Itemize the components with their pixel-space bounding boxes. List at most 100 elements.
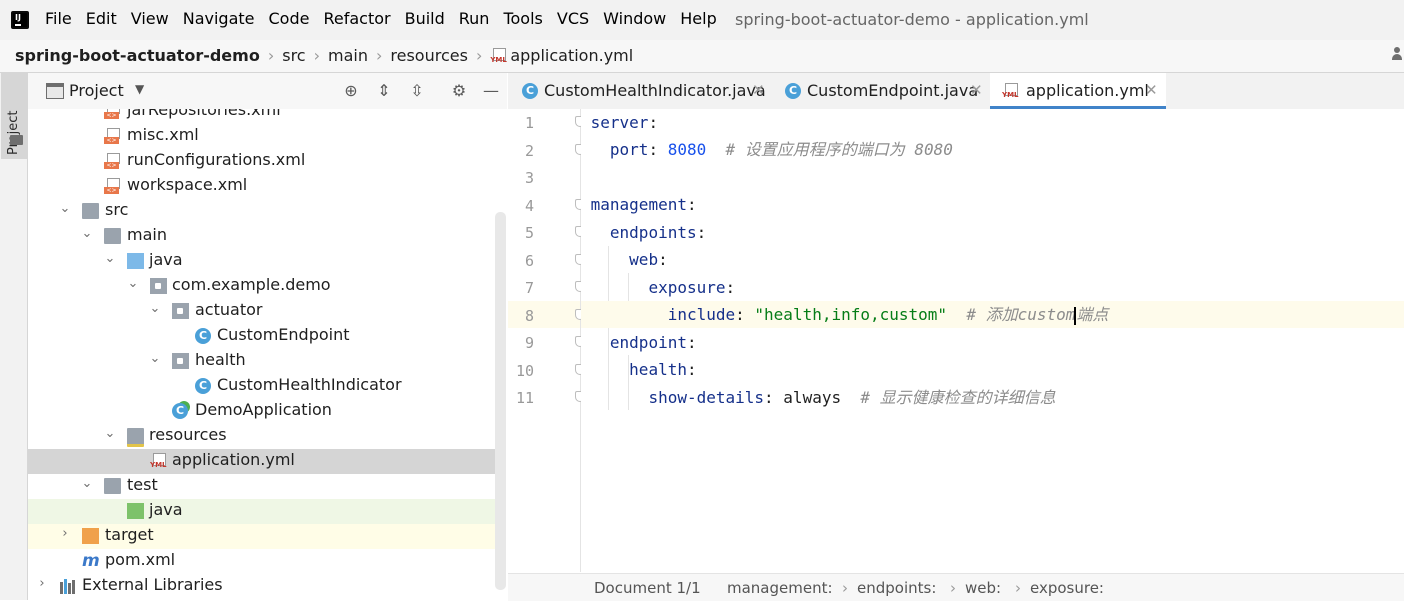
- minimize-icon[interactable]: —: [481, 81, 501, 101]
- gear-icon[interactable]: ⚙: [449, 81, 469, 101]
- tree-item[interactable]: <> jarRepositories.xml: [28, 109, 495, 124]
- chevron-right-icon[interactable]: ›: [35, 576, 49, 591]
- chevron-down-icon[interactable]: ⌄: [58, 201, 72, 216]
- chevron-down-icon[interactable]: ⌄: [126, 276, 140, 291]
- editor-breadcrumb-bar: Document 1/1 management: › endpoints: › …: [508, 573, 1404, 601]
- breadcrumb-project[interactable]: spring-boot-actuator-demo: [15, 46, 260, 65]
- line-number: 1: [524, 114, 534, 132]
- tree-item[interactable]: <> misc.xml: [28, 124, 495, 149]
- code-line-2: port: 8080 # 设置应用程序的端口为 8080: [609, 140, 953, 159]
- chevron-down-icon[interactable]: ⌄: [148, 301, 162, 316]
- tree-item[interactable]: ⌄ java: [28, 249, 495, 274]
- user-icon[interactable]: [1392, 47, 1402, 61]
- tree-item[interactable]: C CustomHealthIndicator: [28, 374, 495, 399]
- expand-all-icon[interactable]: ⇕: [374, 81, 394, 101]
- menu-edit[interactable]: Edit: [86, 9, 117, 28]
- path-segment[interactable]: exposure:: [1030, 579, 1104, 597]
- line-number: 5: [524, 224, 534, 242]
- menu-refactor[interactable]: Refactor: [323, 9, 390, 28]
- chevron-down-icon[interactable]: ⌄: [103, 426, 117, 441]
- chevron-right-icon: ›: [267, 46, 275, 65]
- close-icon[interactable]: ✕: [970, 81, 983, 99]
- chevron-right-icon: ›: [375, 46, 383, 65]
- tree-item-label: com.example.demo: [172, 275, 331, 294]
- locate-file-icon[interactable]: ⊕: [341, 81, 361, 101]
- breadcrumb-resources[interactable]: resources: [390, 46, 468, 65]
- tree-item-label: External Libraries: [82, 575, 223, 594]
- tree-scrollbar[interactable]: [495, 212, 506, 590]
- menu-run[interactable]: Run: [459, 9, 490, 28]
- chevron-down-icon[interactable]: ⌄: [148, 351, 162, 366]
- close-icon[interactable]: ✕: [752, 81, 765, 99]
- yaml-comment: # 设置应用程序的端口为 8080: [725, 140, 953, 159]
- breadcrumb-main[interactable]: main: [328, 46, 368, 65]
- maven-icon: m: [82, 551, 100, 571]
- tree-item[interactable]: ⌄ main: [28, 224, 495, 249]
- path-segment[interactable]: endpoints:: [857, 579, 936, 597]
- tree-item[interactable]: ⌄ actuator: [28, 299, 495, 324]
- yaml-key: exposure: [648, 278, 726, 297]
- project-panel-title[interactable]: Project: [69, 81, 124, 100]
- code-line-5: endpoints:: [609, 223, 707, 242]
- document-indicator[interactable]: Document 1/1: [594, 579, 701, 597]
- chevron-down-icon[interactable]: ⌄: [103, 251, 117, 266]
- tree-item[interactable]: ⌄ com.example.demo: [28, 274, 495, 299]
- xml-file-icon: <>: [104, 128, 121, 144]
- menu-window[interactable]: Window: [603, 9, 666, 28]
- breadcrumb-file[interactable]: application.yml: [510, 46, 633, 65]
- tree-item-label: workspace.xml: [127, 175, 248, 194]
- path-segment[interactable]: management:: [727, 579, 833, 597]
- tree-item[interactable]: › target: [28, 524, 495, 549]
- menu-bar: IJ File Edit View Navigate Code Refactor…: [0, 0, 1404, 40]
- project-tool-window-tab[interactable]: Project: [1, 73, 27, 159]
- path-segment[interactable]: web:: [965, 579, 1001, 597]
- menu-navigate[interactable]: Navigate: [183, 9, 255, 28]
- chevron-down-icon[interactable]: ⌄: [80, 476, 94, 491]
- folder-icon: [10, 135, 23, 145]
- tree-item[interactable]: ⌄ health: [28, 349, 495, 374]
- breadcrumb-src[interactable]: src: [282, 46, 305, 65]
- tree-item[interactable]: m pom.xml: [28, 549, 495, 574]
- menu-tools[interactable]: Tools: [503, 9, 542, 28]
- tree-item[interactable]: ⌄ resources: [28, 424, 495, 449]
- code-line-11: show-details: always # 显示健康检查的详细信息: [648, 388, 1056, 407]
- chevron-right-icon[interactable]: ›: [58, 526, 72, 541]
- yaml-value: always: [783, 388, 842, 407]
- left-tool-strip: Project: [0, 73, 28, 600]
- collapse-all-icon[interactable]: ⇳: [407, 81, 427, 101]
- tree-item-selected[interactable]: YML application.yml: [28, 449, 495, 474]
- tree-item-label: misc.xml: [127, 125, 199, 144]
- code-line-10: health:: [629, 360, 697, 379]
- chevron-right-icon: ›: [842, 579, 848, 597]
- menu-view[interactable]: View: [131, 9, 169, 28]
- tree-item[interactable]: ⌄ src: [28, 199, 495, 224]
- chevron-down-icon[interactable]: ⌄: [80, 226, 94, 241]
- code-editor[interactable]: server: port: 8080 # 设置应用程序的端口为 8080 man…: [581, 109, 1404, 572]
- tree-item[interactable]: ⌄ test: [28, 474, 495, 499]
- tree-item-label: java: [149, 500, 183, 519]
- folder-icon: [104, 478, 121, 494]
- tab-custom-health-indicator[interactable]: C CustomHealthIndicator.java ✕: [508, 73, 771, 109]
- java-class-icon: C: [195, 328, 211, 344]
- menu-build[interactable]: Build: [405, 9, 445, 28]
- tree-item[interactable]: <> runConfigurations.xml: [28, 149, 495, 174]
- project-panel-header: Project ▼ ⊕ ⇕ ⇳ ⚙ —: [28, 73, 507, 110]
- tree-item[interactable]: › External Libraries: [28, 574, 495, 599]
- menu-vcs[interactable]: VCS: [557, 9, 589, 28]
- tree-item[interactable]: <> workspace.xml: [28, 174, 495, 199]
- tree-item[interactable]: java: [28, 499, 495, 524]
- java-class-icon: C: [195, 378, 211, 394]
- line-number: 11: [515, 389, 534, 407]
- chevron-down-icon[interactable]: ▼: [135, 82, 144, 96]
- tree-item[interactable]: C CustomEndpoint: [28, 324, 495, 349]
- tab-application-yml[interactable]: YML application.yml ✕: [990, 73, 1166, 109]
- yaml-key: web: [629, 250, 659, 269]
- xml-file-icon: <>: [104, 109, 121, 119]
- menu-code[interactable]: Code: [269, 9, 310, 28]
- tab-custom-endpoint[interactable]: C CustomEndpoint.java ✕: [771, 73, 989, 109]
- menu-help[interactable]: Help: [680, 9, 716, 28]
- menu-file[interactable]: File: [45, 9, 72, 28]
- yml-file-icon: YML: [490, 47, 507, 64]
- tree-item[interactable]: C DemoApplication: [28, 399, 495, 424]
- close-icon[interactable]: ✕: [1145, 81, 1158, 99]
